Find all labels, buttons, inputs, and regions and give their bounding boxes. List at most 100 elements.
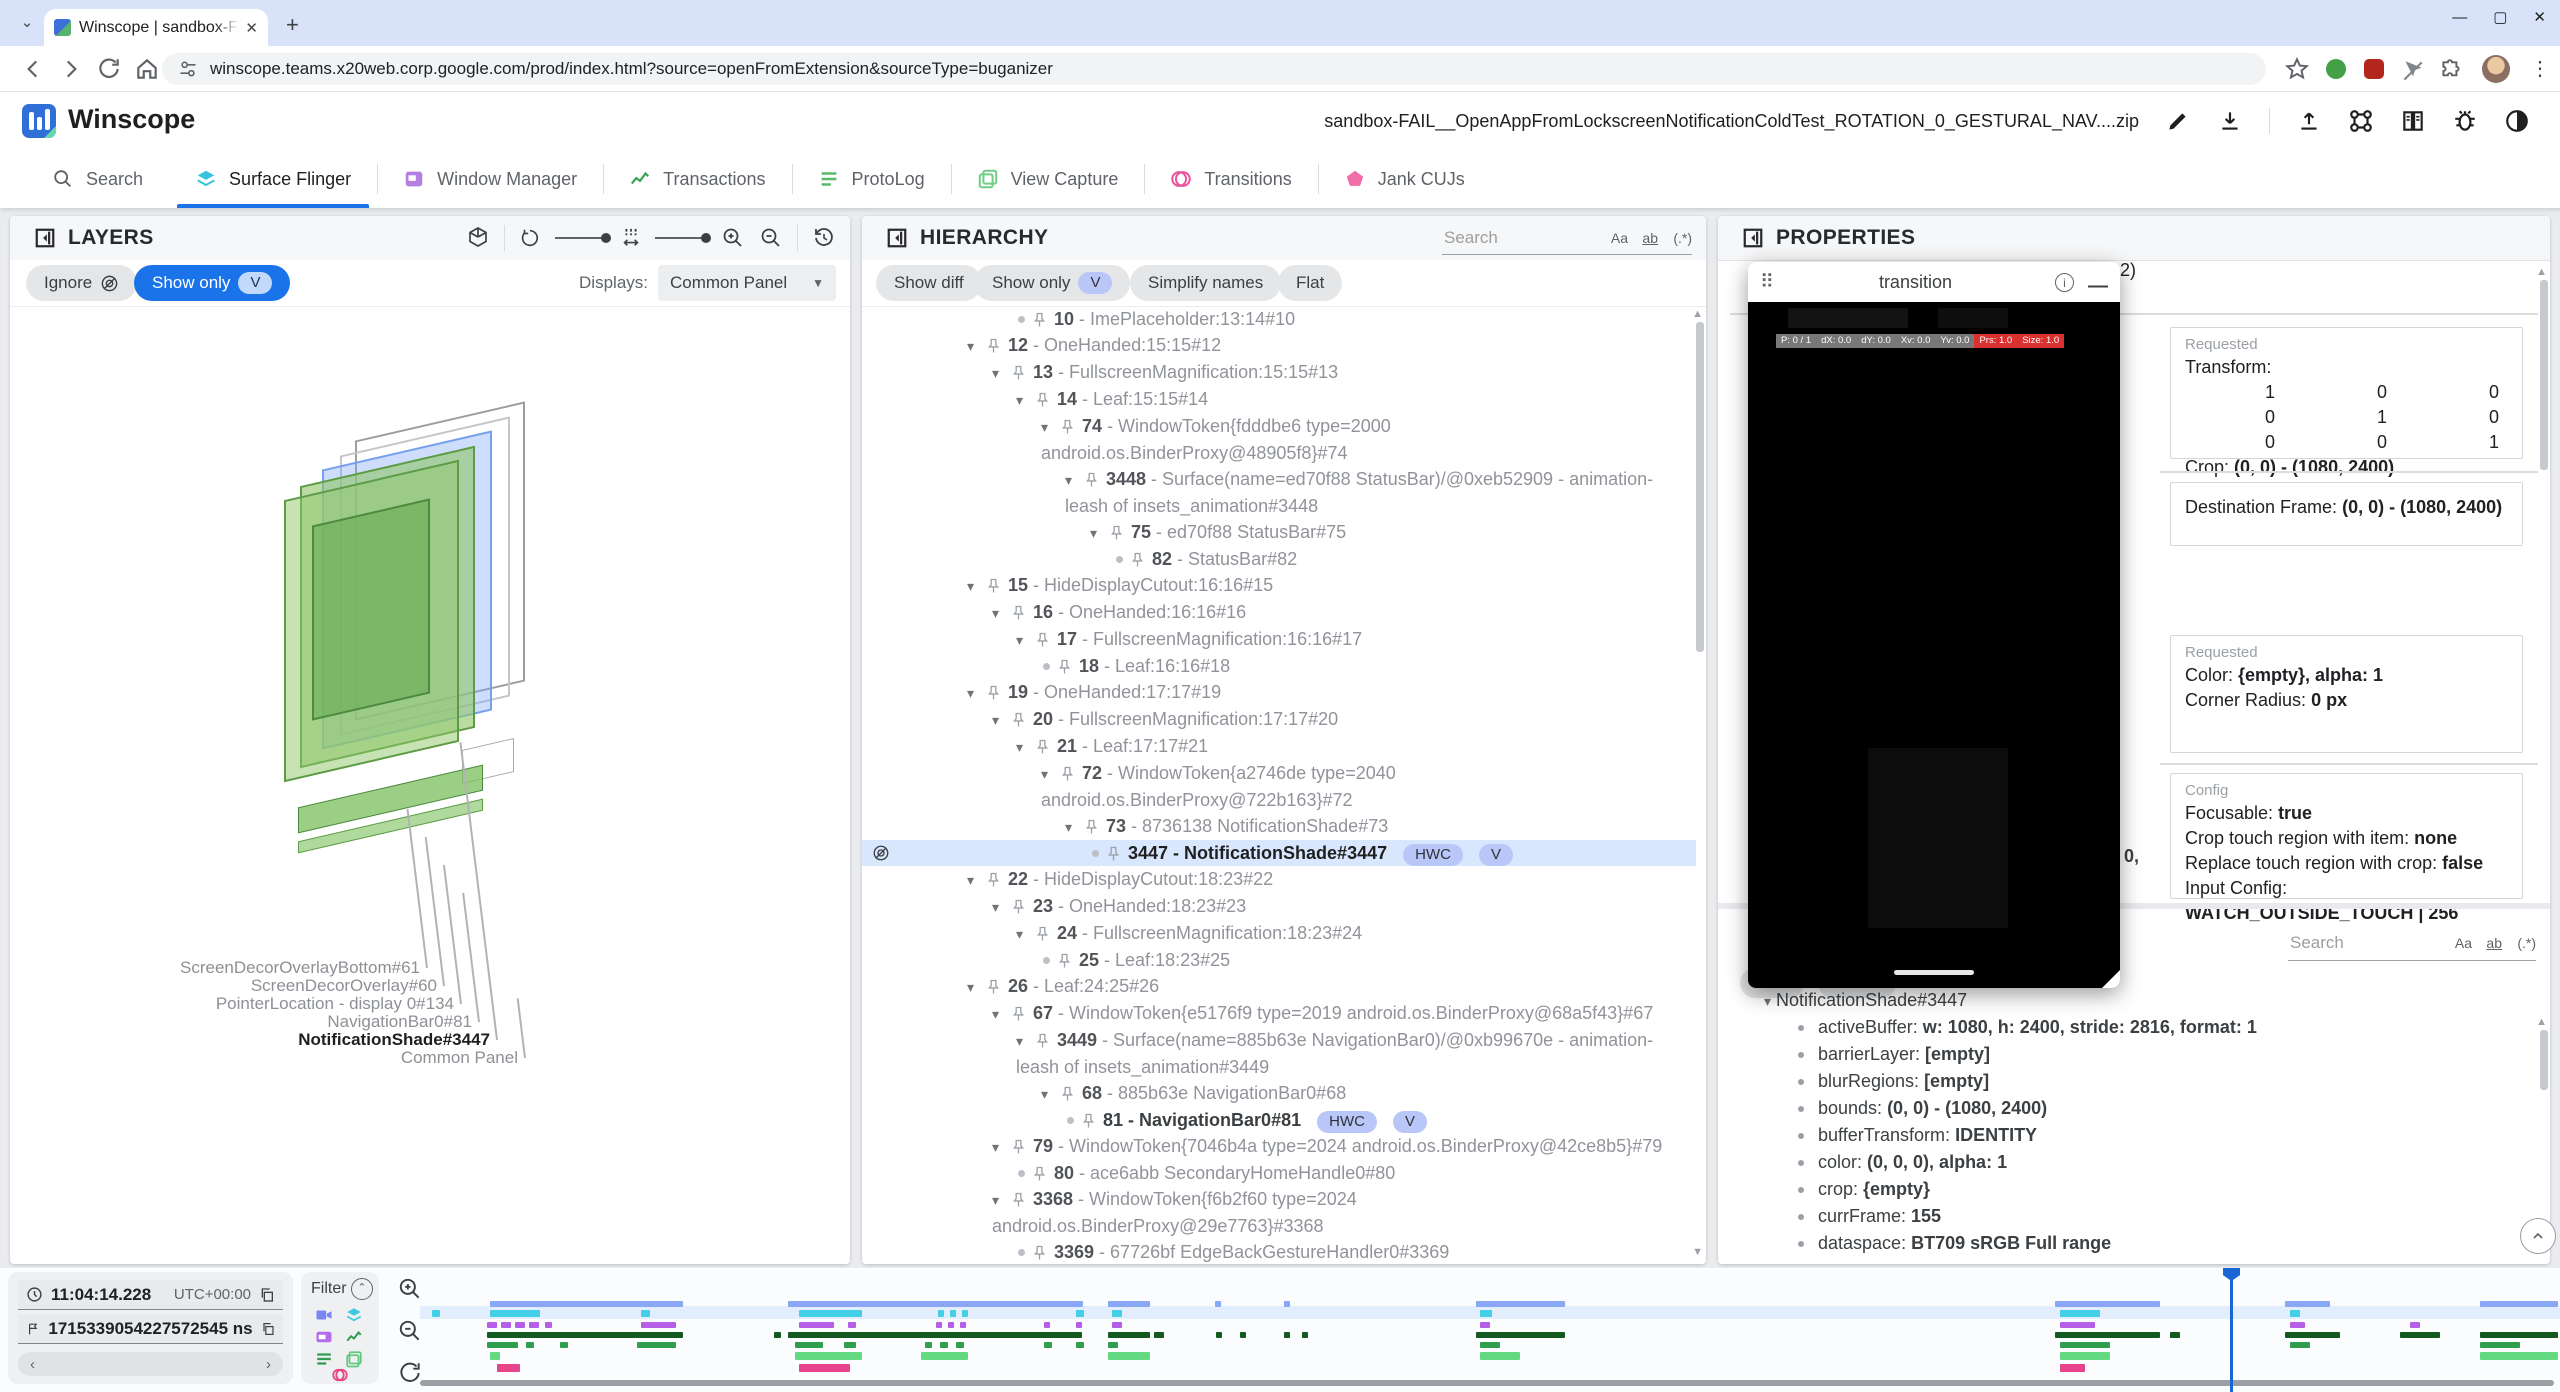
timeline-segment-protolog[interactable] (487, 1342, 518, 1348)
expand-arrow-icon[interactable]: ▾ (1065, 814, 1085, 840)
timeline-segment-transitions[interactable] (799, 1364, 850, 1372)
spacing-icon[interactable] (621, 227, 641, 249)
expand-arrow-icon[interactable]: ▾ (992, 600, 1012, 626)
timeline-segment-surface-flinger[interactable] (1076, 1310, 1084, 1317)
expand-arrow-icon[interactable]: ▾ (967, 573, 987, 599)
timeline-segment-surface-flinger[interactable] (962, 1310, 968, 1317)
property-row[interactable]: blurRegions: [empty] (1788, 1068, 2534, 1095)
pin-icon[interactable] (1082, 1113, 1095, 1129)
timeline-segment-protolog[interactable] (2060, 1342, 2110, 1348)
timeline-segment-view-capture[interactable] (1108, 1352, 1150, 1360)
pin-icon[interactable] (1033, 1245, 1046, 1261)
new-tab-button[interactable]: + (286, 12, 299, 38)
hierarchy-node-80[interactable]: 80 - ace6abb SecondaryHomeHandle0#80 (862, 1160, 1696, 1186)
ns-time-field[interactable]: 1715339054227572545 ns (18, 1314, 283, 1344)
properties-tree-root[interactable]: ▾ NotificationShade#3447 (1764, 990, 1967, 1011)
site-settings-icon[interactable] (178, 59, 198, 79)
hierarchy-node-21[interactable]: ▾21 - Leaf:17:17#21 (862, 733, 1696, 760)
timeline-segment-screen-recording[interactable] (2480, 1301, 2558, 1307)
timeline-segment-transactions[interactable] (1108, 1332, 1150, 1338)
home-icon[interactable] (134, 56, 160, 82)
pin-icon[interactable] (1033, 312, 1046, 328)
screenshot-overlay-window[interactable]: ⠿ transition i — P: 0 / 1dX: 0.0dY: 0.0X… (1748, 262, 2120, 988)
timeline-segment-transactions[interactable] (487, 1332, 683, 1338)
timeline-segment-window-manager[interactable] (848, 1322, 856, 1328)
timeline-segment-transactions[interactable] (1216, 1332, 1222, 1338)
tab-surface-flinger[interactable]: Surface Flinger (169, 150, 377, 208)
reset-view-icon[interactable] (812, 226, 836, 250)
timeline-segment-window-manager[interactable] (1480, 1322, 1490, 1328)
filter-transactions-icon[interactable] (345, 1328, 363, 1346)
pin-icon[interactable] (1061, 766, 1074, 782)
rotation-dial-icon[interactable] (519, 227, 541, 249)
expand-arrow-icon[interactable]: ▾ (992, 1187, 1012, 1213)
layer-label[interactable]: ScreenDecorOverlayBottom#61 (10, 958, 420, 978)
zoom-in-icon[interactable] (721, 226, 745, 250)
timeline-segment-screen-recording[interactable] (1284, 1301, 1290, 1307)
timeline-segment-window-manager[interactable] (960, 1322, 966, 1328)
flat-button[interactable]: Flat (1278, 265, 1342, 301)
expand-arrow-icon[interactable]: ▾ (1764, 993, 1771, 1009)
timeline-segment-surface-flinger[interactable] (799, 1310, 862, 1317)
pin-icon[interactable] (1036, 392, 1049, 408)
displays-select[interactable]: Common Panel ▼ (658, 265, 836, 301)
timeline-segment-surface-flinger[interactable] (950, 1310, 956, 1317)
match-word-icon[interactable]: ab (2486, 935, 2502, 951)
timeline-scrollbar[interactable] (420, 1380, 2554, 1386)
hide-layer-eye-icon[interactable] (872, 844, 890, 862)
expand-arrow-icon[interactable]: ▾ (992, 707, 1012, 733)
expand-arrow-icon[interactable]: ▾ (967, 974, 987, 1000)
tab-search-chevron-icon[interactable]: ⌄ (14, 10, 40, 36)
pin-icon[interactable] (1012, 712, 1025, 728)
minimize-icon[interactable]: — (2088, 275, 2108, 298)
property-row[interactable]: barrierLayer: [empty] (1788, 1041, 2534, 1068)
hierarchy-node-74[interactable]: ▾74 - WindowToken{fdddbe6 type=2000 andr… (862, 413, 1696, 466)
timeline-segment-surface-flinger[interactable] (938, 1310, 944, 1317)
tab-search[interactable]: Search (26, 150, 169, 208)
pin-icon[interactable] (1036, 632, 1049, 648)
expand-arrow-icon[interactable]: ▾ (967, 680, 987, 706)
expand-arrow-icon[interactable]: ▾ (992, 894, 1012, 920)
timeline-segment-window-manager[interactable] (2060, 1322, 2095, 1328)
hierarchy-node-75[interactable]: ▾75 - ed70f88 StatusBar#75 (862, 519, 1696, 546)
pin-icon[interactable] (987, 338, 1000, 354)
back-icon[interactable] (20, 56, 46, 82)
pin-icon[interactable] (1012, 605, 1025, 621)
scrollbar-up-icon[interactable]: ▲ (2536, 266, 2547, 278)
tab-transactions[interactable]: Transactions (603, 150, 791, 208)
timeline-segment-window-manager[interactable] (1076, 1322, 1082, 1328)
timeline-segment-window-manager[interactable] (501, 1322, 511, 1328)
tab-protolog[interactable]: ProtoLog (792, 150, 951, 208)
timeline-segment-surface-flinger[interactable] (1480, 1310, 1492, 1317)
hierarchy-node-24[interactable]: ▾24 - FullscreenMagnification:18:23#24 (862, 920, 1696, 947)
timeline-segment-protolog[interactable] (560, 1342, 568, 1348)
browser-tab[interactable]: Winscope | sandbox-FAIL ✕ (44, 9, 268, 46)
regex-icon[interactable]: (.*) (1673, 230, 1692, 246)
expand-arrow-icon[interactable]: ▾ (1090, 520, 1110, 546)
ignore-button[interactable]: Ignore (26, 265, 137, 301)
timeline-segment-window-manager[interactable] (529, 1322, 539, 1328)
hierarchy-node-16[interactable]: ▾16 - OneHanded:16:16#16 (862, 599, 1696, 626)
hierarchy-node-3369[interactable]: 3369 - 67726bf EdgeBackGestureHandler0#3… (862, 1239, 1696, 1264)
expand-arrow-icon[interactable]: ▾ (992, 1134, 1012, 1160)
layer-label[interactable]: NavigationBar0#81 (10, 1012, 472, 1032)
properties-search-input[interactable]: Search Aa ab (.*) (2288, 928, 2536, 961)
layer-label[interactable]: ScreenDecorOverlay#60 (10, 976, 437, 996)
keyboard-shortcuts-icon[interactable] (2348, 108, 2374, 134)
property-row[interactable]: bounds: (0, 0) - (1080, 2400) (1788, 1095, 2534, 1122)
pin-icon[interactable] (1107, 846, 1120, 862)
hierarchy-node-23[interactable]: ▾23 - OneHanded:18:23#23 (862, 893, 1696, 920)
extensions-puzzle-icon[interactable] (2438, 58, 2464, 84)
filter-surface-flinger-icon[interactable] (345, 1306, 363, 1324)
timeline-segment-screen-recording[interactable] (490, 1301, 683, 1307)
extension-cursor-icon[interactable] (2400, 58, 2426, 84)
timeline-segment-transactions[interactable] (1240, 1332, 1246, 1338)
hierarchy-node-17[interactable]: ▾17 - FullscreenMagnification:16:16#17 (862, 626, 1696, 653)
report-bug-icon[interactable] (2452, 108, 2478, 134)
3d-view-cube-icon[interactable] (466, 226, 490, 250)
scrollbar-up-icon[interactable]: ▲ (2536, 1016, 2547, 1028)
timeline-segment-surface-flinger[interactable] (432, 1310, 440, 1317)
timeline-segment-view-capture[interactable] (2480, 1352, 2558, 1360)
timeline-segment-transitions[interactable] (2060, 1364, 2085, 1372)
rotation-slider[interactable] (555, 237, 607, 239)
